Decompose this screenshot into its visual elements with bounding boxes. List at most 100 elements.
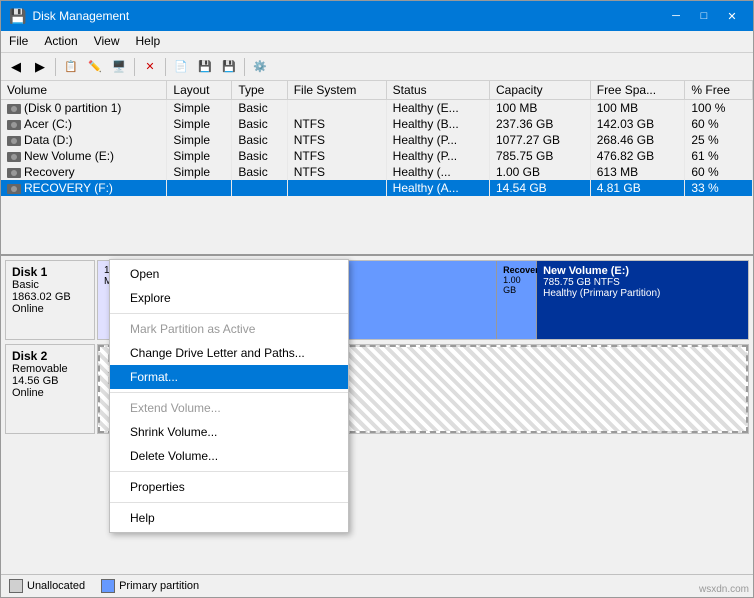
table-cell-1-3: NTFS xyxy=(287,116,386,132)
minimize-button[interactable]: ─ xyxy=(663,7,689,25)
table-cell-3-0: New Volume (E:) xyxy=(1,148,167,164)
table-cell-4-7: 60 % xyxy=(685,164,753,180)
menu-file[interactable]: File xyxy=(1,31,36,52)
table-cell-5-1 xyxy=(167,180,232,196)
table-cell-2-0: Data (D:) xyxy=(1,132,167,148)
ctx-item-properties[interactable]: Properties xyxy=(110,475,348,499)
col-status[interactable]: Status xyxy=(386,81,489,100)
main-content: Volume Layout Type File System Status Ca… xyxy=(1,81,753,597)
disk1-partition-newvol[interactable]: New Volume (E:) 785.75 GB NTFS Healthy (… xyxy=(537,261,748,339)
table-cell-2-4: Healthy (P... xyxy=(386,132,489,148)
table-row[interactable]: RECOVERY (F:)Healthy (A...14.54 GB4.81 G… xyxy=(1,180,753,196)
table-cell-4-4: Healthy (... xyxy=(386,164,489,180)
disk-icon xyxy=(7,184,21,194)
table-row[interactable]: (Disk 0 partition 1)SimpleBasicHealthy (… xyxy=(1,100,753,117)
ctx-item-help[interactable]: Help xyxy=(110,506,348,530)
col-layout[interactable]: Layout xyxy=(167,81,232,100)
disk2-name: Disk 2 xyxy=(12,349,88,363)
disk1-type: Basic xyxy=(12,279,88,291)
col-free[interactable]: Free Spa... xyxy=(590,81,685,100)
legend-primary-box xyxy=(101,579,115,593)
table-cell-2-3: NTFS xyxy=(287,132,386,148)
ctx-item-delete-volume---[interactable]: Delete Volume... xyxy=(110,444,348,468)
table-cell-5-6: 4.81 GB xyxy=(590,180,685,196)
close-button[interactable]: ✕ xyxy=(719,7,745,25)
table-cell-0-5: 100 MB xyxy=(489,100,590,117)
col-pct[interactable]: % Free xyxy=(685,81,753,100)
table-cell-3-7: 61 % xyxy=(685,148,753,164)
watermark: wsxdn.com xyxy=(699,584,749,595)
toolbar-btn-6[interactable]: 💾 xyxy=(218,56,240,78)
col-capacity[interactable]: Capacity xyxy=(489,81,590,100)
ctx-item-format---[interactable]: Format... xyxy=(110,365,348,389)
col-fs[interactable]: File System xyxy=(287,81,386,100)
newvol-size: 785.75 GB NTFS xyxy=(543,277,742,288)
table-cell-2-1: Simple xyxy=(167,132,232,148)
window-icon: 💾 xyxy=(9,8,26,25)
ctx-item-mark-partition-as-active: Mark Partition as Active xyxy=(110,317,348,341)
window-title: Disk Management xyxy=(32,9,129,23)
delete-button[interactable]: ✕ xyxy=(139,56,161,78)
table-cell-3-6: 476.82 GB xyxy=(590,148,685,164)
ctx-item-open[interactable]: Open xyxy=(110,262,348,286)
table-cell-4-2: Basic xyxy=(232,164,287,180)
table-cell-3-5: 785.75 GB xyxy=(489,148,590,164)
disk-icon xyxy=(7,120,21,130)
toolbar-btn-2[interactable]: ✏️ xyxy=(84,56,106,78)
maximize-button[interactable]: □ xyxy=(691,7,717,25)
legend-unalloc-label: Unallocated xyxy=(27,580,85,592)
table-cell-3-2: Basic xyxy=(232,148,287,164)
title-buttons: ─ □ ✕ xyxy=(663,7,745,25)
table-row[interactable]: Acer (C:)SimpleBasicNTFSHealthy (B...237… xyxy=(1,116,753,132)
menu-view[interactable]: View xyxy=(86,31,128,52)
toolbar-btn-4[interactable]: 📄 xyxy=(170,56,192,78)
table-cell-4-0: Recovery xyxy=(1,164,167,180)
main-window: 💾 Disk Management ─ □ ✕ File Action View… xyxy=(0,0,754,598)
newvol-name: New Volume (E:) xyxy=(543,265,742,277)
menu-action[interactable]: Action xyxy=(36,31,85,52)
table-row[interactable]: Data (D:)SimpleBasicNTFSHealthy (P...107… xyxy=(1,132,753,148)
disk2-status: Online xyxy=(12,387,88,399)
table-cell-0-3 xyxy=(287,100,386,117)
back-button[interactable]: ◀ xyxy=(5,56,27,78)
table-cell-4-5: 1.00 GB xyxy=(489,164,590,180)
legend-unalloc-box xyxy=(9,579,23,593)
col-volume[interactable]: Volume xyxy=(1,81,167,100)
table-cell-2-2: Basic xyxy=(232,132,287,148)
toolbar: ◀ ▶ 📋 ✏️ 🖥️ ✕ 📄 💾 💾 ⚙️ xyxy=(1,53,753,81)
disk-icon xyxy=(7,104,21,114)
volume-table-area[interactable]: Volume Layout Type File System Status Ca… xyxy=(1,81,753,256)
ctx-item-explore[interactable]: Explore xyxy=(110,286,348,310)
ctx-item-change-drive-letter-and-paths---[interactable]: Change Drive Letter and Paths... xyxy=(110,341,348,365)
table-cell-0-6: 100 MB xyxy=(590,100,685,117)
table-cell-1-0: Acer (C:) xyxy=(1,116,167,132)
toolbar-separator-3 xyxy=(165,58,166,76)
table-cell-3-4: Healthy (P... xyxy=(386,148,489,164)
col-type[interactable]: Type xyxy=(232,81,287,100)
ctx-item-shrink-volume---[interactable]: Shrink Volume... xyxy=(110,420,348,444)
toolbar-btn-3[interactable]: 🖥️ xyxy=(108,56,130,78)
table-cell-4-6: 613 MB xyxy=(590,164,685,180)
table-cell-2-5: 1077.27 GB xyxy=(489,132,590,148)
table-row[interactable]: New Volume (E:)SimpleBasicNTFSHealthy (P… xyxy=(1,148,753,164)
table-cell-2-7: 25 % xyxy=(685,132,753,148)
table-cell-1-5: 237.36 GB xyxy=(489,116,590,132)
ctx-separator-10 xyxy=(110,471,348,472)
table-cell-0-1: Simple xyxy=(167,100,232,117)
table-cell-5-0: RECOVERY (F:) xyxy=(1,180,167,196)
disk1-partition-recovery[interactable]: Recovery 1.00 GB xyxy=(497,261,537,339)
disk1-status: Online xyxy=(12,303,88,315)
menu-help[interactable]: Help xyxy=(128,31,169,52)
disk1-size: 1863.02 GB xyxy=(12,291,88,303)
legend-primary-label: Primary partition xyxy=(119,580,199,592)
forward-button[interactable]: ▶ xyxy=(29,56,51,78)
table-cell-5-5: 14.54 GB xyxy=(489,180,590,196)
toolbar-separator-2 xyxy=(134,58,135,76)
toolbar-btn-5[interactable]: 💾 xyxy=(194,56,216,78)
settings-button[interactable]: ⚙️ xyxy=(249,56,271,78)
table-cell-3-1: Simple xyxy=(167,148,232,164)
toolbar-btn-1[interactable]: 📋 xyxy=(60,56,82,78)
table-row[interactable]: RecoverySimpleBasicNTFSHealthy (...1.00 … xyxy=(1,164,753,180)
disk-icon xyxy=(7,136,21,146)
disk2-size: 14.56 GB xyxy=(12,375,88,387)
